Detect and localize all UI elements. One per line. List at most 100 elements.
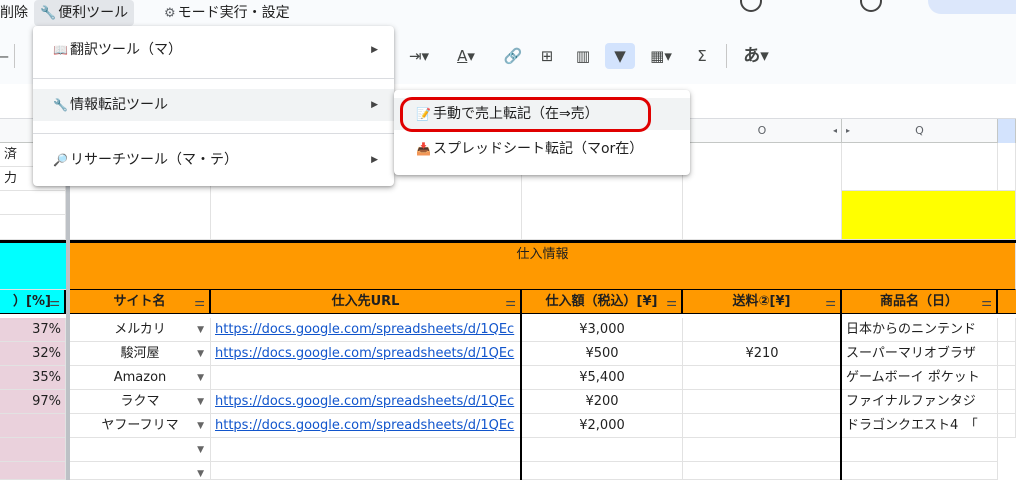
cell-site[interactable]: ラクマ ▼ bbox=[70, 390, 211, 414]
header-pct[interactable]: ）[%] ⚌ bbox=[0, 290, 66, 314]
dropdown-arrow-icon[interactable]: ▼ bbox=[197, 342, 204, 365]
cell[interactable] bbox=[842, 462, 998, 480]
cell-site[interactable]: Amazon ▼ bbox=[70, 366, 211, 390]
header-shipping[interactable]: 送料②[¥] ⚌ bbox=[683, 290, 842, 314]
cell-highlighted[interactable] bbox=[0, 243, 66, 290]
cell[interactable] bbox=[998, 318, 1016, 342]
functions-icon[interactable]: Σ bbox=[690, 43, 714, 69]
filter-icon[interactable]: ⚌ bbox=[666, 290, 677, 313]
header-url[interactable]: 仕入先URL ⚌ bbox=[211, 290, 522, 314]
cell-price[interactable]: ¥200 bbox=[522, 390, 683, 414]
column-header-o[interactable]: O ◂ bbox=[683, 119, 842, 143]
text-color-icon[interactable]: A▾ bbox=[446, 43, 486, 69]
dropdown-arrow-icon[interactable]: ▼ bbox=[197, 390, 204, 413]
filter-icon[interactable]: ▼ bbox=[605, 43, 635, 69]
menu-tools[interactable]: 🔧 便利ツール bbox=[34, 0, 135, 26]
cell[interactable] bbox=[522, 438, 683, 462]
filter-icon[interactable]: ⚌ bbox=[981, 290, 992, 313]
cell-url[interactable]: https://docs.google.com/spreadsheets/d/1… bbox=[211, 414, 522, 438]
menu-item-info-transfer[interactable]: 🔧 情報転記ツール ▶ bbox=[33, 89, 394, 121]
cell[interactable] bbox=[998, 342, 1016, 366]
cell-site[interactable]: ヤフーフリマ ▼ bbox=[70, 414, 211, 438]
cell[interactable] bbox=[683, 143, 842, 240]
menu-delete[interactable]: 削除 bbox=[0, 0, 34, 26]
header-price[interactable]: 仕入額（税込）[¥] ⚌ bbox=[522, 290, 683, 314]
column-header-q[interactable]: ▸ Q bbox=[842, 119, 998, 143]
insert-comment-icon[interactable]: ⊞ bbox=[534, 43, 560, 69]
menu-mode-settings[interactable]: ⚙ モード実行・設定 bbox=[158, 0, 296, 26]
cell[interactable] bbox=[211, 438, 522, 462]
insert-chart-icon[interactable]: ▥ bbox=[570, 43, 596, 69]
cell[interactable] bbox=[998, 414, 1016, 438]
cell[interactable] bbox=[0, 438, 66, 462]
menu-item-research[interactable]: 🔎 リサーチツール（マ・テ） ▶ bbox=[33, 144, 394, 176]
cell-site[interactable]: 駿河屋 ▼ bbox=[70, 342, 211, 366]
insert-link-icon[interactable]: 🔗 bbox=[500, 43, 526, 69]
cell-shipping[interactable] bbox=[683, 318, 842, 342]
cell-product[interactable]: ドラゴンクエスト4 「 bbox=[842, 414, 998, 438]
cell-shipping[interactable] bbox=[683, 414, 842, 438]
cell[interactable] bbox=[0, 215, 66, 240]
cell-url[interactable] bbox=[211, 366, 522, 390]
text-rotation-icon[interactable]: ⇥▾ bbox=[400, 43, 438, 69]
filter-icon[interactable]: ⚌ bbox=[49, 290, 60, 313]
cell[interactable] bbox=[998, 390, 1016, 414]
input-tools-button[interactable]: あ▾ bbox=[734, 43, 778, 69]
submenu-item-spreadsheet-transfer[interactable]: 📥 スプレッドシート転記（マor在） bbox=[394, 133, 690, 165]
header-product[interactable]: 商品名（日） ⚌ bbox=[842, 290, 998, 314]
cell-price[interactable]: ¥2,000 bbox=[522, 414, 683, 438]
cell[interactable] bbox=[683, 438, 842, 462]
cell[interactable] bbox=[842, 438, 998, 462]
column-collapse-icon[interactable]: ◂ bbox=[833, 119, 837, 143]
section-header-spacer[interactable] bbox=[70, 267, 1016, 290]
header-site[interactable]: サイト名 ⚌ bbox=[70, 290, 211, 314]
dropdown-arrow-icon[interactable]: ▼ bbox=[197, 414, 204, 437]
cell[interactable] bbox=[842, 143, 998, 191]
cell-pct[interactable] bbox=[0, 414, 66, 438]
cell-pct[interactable]: 35% bbox=[0, 366, 66, 390]
section-header[interactable]: 仕入情報 bbox=[70, 243, 1016, 267]
cell-shipping[interactable]: ¥210 bbox=[683, 342, 842, 366]
cell-price[interactable]: ¥3,000 bbox=[522, 318, 683, 342]
cell-highlighted[interactable] bbox=[842, 191, 1016, 240]
column-expand-icon[interactable]: ▸ bbox=[846, 119, 850, 143]
filter-views-icon[interactable]: ▦▾ bbox=[640, 43, 682, 69]
cell-site[interactable]: ▼ bbox=[70, 462, 211, 480]
cell-price[interactable]: ¥500 bbox=[522, 342, 683, 366]
cell-site[interactable]: ▼ bbox=[70, 438, 211, 462]
filter-icon[interactable]: ⚌ bbox=[194, 290, 205, 313]
cell[interactable] bbox=[0, 191, 66, 215]
cell-site[interactable]: メルカリ ▼ bbox=[70, 318, 211, 342]
header-cell[interactable] bbox=[998, 290, 1016, 314]
cell-shipping[interactable] bbox=[683, 366, 842, 390]
dropdown-arrow-icon[interactable]: ▼ bbox=[197, 318, 204, 341]
cell-product[interactable]: ゲームボーイ ポケット bbox=[842, 366, 998, 390]
share-button[interactable] bbox=[928, 0, 1016, 14]
dropdown-arrow-icon[interactable]: ▼ bbox=[197, 366, 204, 389]
cell[interactable] bbox=[0, 462, 66, 480]
menu-item-translate[interactable]: 📖 翻訳ツール（マ） ▶ bbox=[33, 34, 394, 66]
column-header[interactable] bbox=[998, 119, 1016, 143]
cell-product[interactable]: 日本からのニンテンド bbox=[842, 318, 998, 342]
cell-pct[interactable]: 32% bbox=[0, 342, 66, 366]
toolbar-more-icon[interactable]: — bbox=[0, 43, 9, 69]
cell[interactable] bbox=[683, 462, 842, 480]
cell-url[interactable]: https://docs.google.com/spreadsheets/d/1… bbox=[211, 390, 522, 414]
meet-icon[interactable] bbox=[860, 0, 882, 12]
filter-icon[interactable]: ⚌ bbox=[825, 290, 836, 313]
history-icon[interactable] bbox=[740, 0, 762, 12]
dropdown-arrow-icon[interactable]: ▼ bbox=[197, 462, 204, 479]
cell-pct[interactable]: 97% bbox=[0, 390, 66, 414]
cell-product[interactable]: スーパーマリオブラザ bbox=[842, 342, 998, 366]
cell-shipping[interactable] bbox=[683, 390, 842, 414]
cell[interactable] bbox=[211, 462, 522, 480]
cell-price[interactable]: ¥5,400 bbox=[522, 366, 683, 390]
dropdown-arrow-icon[interactable]: ▼ bbox=[197, 438, 204, 461]
cell-product[interactable]: ファイナルファンタジ bbox=[842, 390, 998, 414]
filter-icon[interactable]: ⚌ bbox=[505, 290, 516, 313]
cell-pct[interactable]: 37% bbox=[0, 318, 66, 342]
cell-url[interactable]: https://docs.google.com/spreadsheets/d/1… bbox=[211, 318, 522, 342]
cell-url[interactable]: https://docs.google.com/spreadsheets/d/1… bbox=[211, 342, 522, 366]
cell[interactable] bbox=[998, 143, 1016, 191]
cell[interactable] bbox=[998, 366, 1016, 390]
